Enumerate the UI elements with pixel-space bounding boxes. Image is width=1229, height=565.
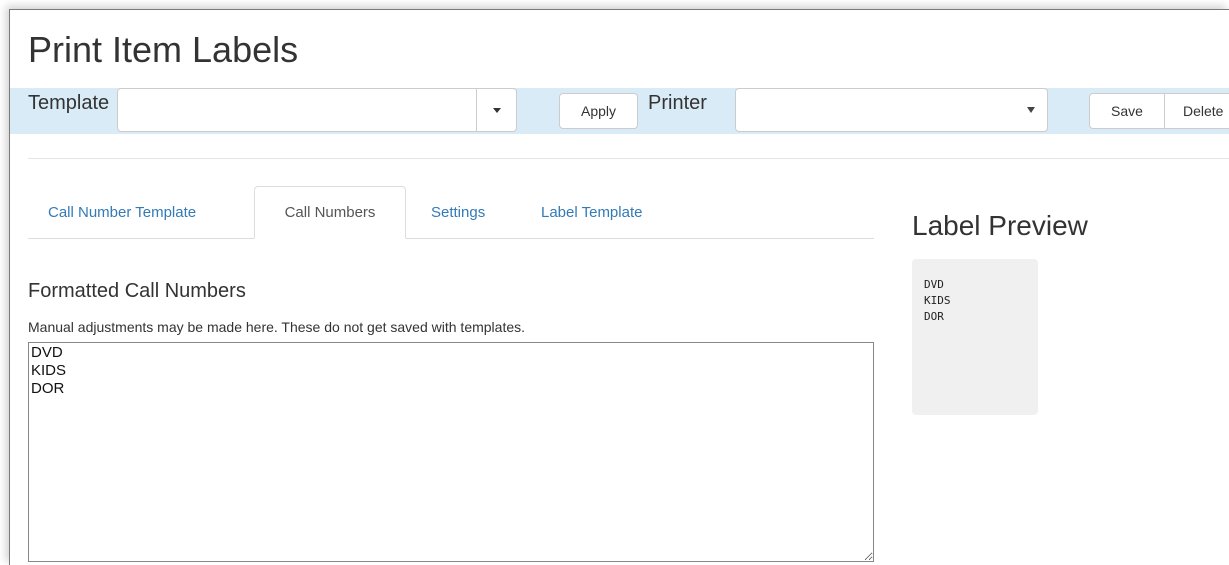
preview-line: KIDS — [924, 294, 951, 307]
delete-button[interactable]: Delete — [1164, 93, 1229, 129]
tab-settings[interactable]: Settings — [411, 186, 505, 239]
caret-down-icon — [492, 107, 501, 113]
tab-label-template[interactable]: Label Template — [521, 186, 662, 239]
label-preview-box: DVD KIDS DOR — [912, 259, 1038, 415]
template-toolbar: Template Apply Printer Save Delete — [10, 88, 1229, 134]
tab-call-numbers[interactable]: Call Numbers — [254, 186, 406, 239]
app-window: Print Item Labels Template Apply Printer… — [9, 9, 1229, 565]
select-arrow-icon — [1027, 107, 1035, 113]
save-button[interactable]: Save — [1089, 93, 1165, 129]
help-text: Manual adjustments may be made here. The… — [28, 319, 526, 335]
page-title: Print Item Labels — [28, 29, 299, 70]
template-dropdown-toggle[interactable] — [476, 89, 516, 131]
call-numbers-textarea[interactable]: DVD KIDS DOR — [28, 342, 874, 562]
printer-select[interactable] — [735, 88, 1048, 132]
preview-line: DOR — [924, 310, 944, 323]
apply-button[interactable]: Apply — [559, 93, 638, 129]
template-input[interactable] — [118, 89, 473, 131]
tab-call-number-template[interactable]: Call Number Template — [28, 186, 216, 239]
formatted-call-numbers-heading: Formatted Call Numbers — [28, 280, 246, 302]
header-divider — [28, 158, 1229, 159]
template-label: Template — [28, 92, 110, 114]
label-preview-heading: Label Preview — [912, 210, 1088, 241]
printer-label: Printer — [648, 92, 707, 114]
template-combobox[interactable] — [117, 88, 517, 132]
tab-bar: Call Number Template Call Numbers Settin… — [28, 186, 874, 239]
preview-line: DVD — [924, 278, 944, 291]
